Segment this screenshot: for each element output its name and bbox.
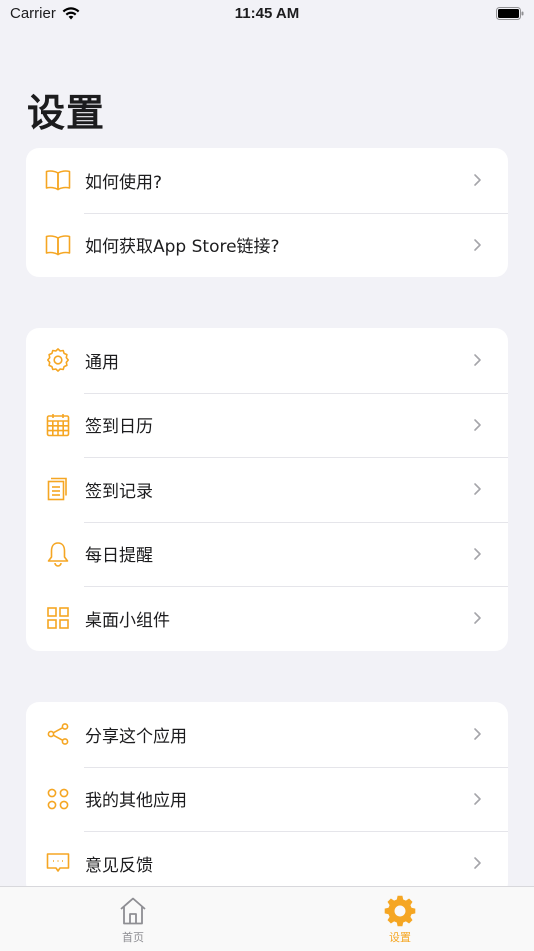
home-icon <box>120 897 146 925</box>
row-label: 签到记录 <box>85 481 153 502</box>
row-how-to-use[interactable]: 如何使用? <box>26 148 508 213</box>
chevron-right-icon <box>474 418 481 431</box>
row-label: 签到日历 <box>85 417 153 438</box>
chevron-right-icon <box>474 792 481 805</box>
row-general[interactable]: 通用 <box>26 328 508 393</box>
settings-group: 通用 签到日历 签到记录 每日提醒 桌面小组件 <box>26 328 508 651</box>
row-label: 通用 <box>85 352 119 373</box>
gear-icon <box>384 895 416 927</box>
chevron-right-icon <box>474 857 481 870</box>
message-icon <box>45 850 71 876</box>
chevron-right-icon <box>474 612 481 625</box>
status-bar: Carrier 11:45 AM <box>0 0 534 30</box>
chevron-right-icon <box>474 354 481 367</box>
row-my-other-apps[interactable]: 我的其他应用 <box>26 766 508 832</box>
tab-label: 首页 <box>122 931 144 944</box>
chevron-right-icon <box>474 238 481 251</box>
widget-grid-icon <box>45 605 71 631</box>
tab-bar: 首页 设置 <box>0 886 534 951</box>
bell-icon <box>45 541 71 567</box>
help-group: 如何使用? 如何获取App Store链接? <box>26 148 508 277</box>
gear-icon <box>45 347 71 373</box>
row-label: 如何获取App Store链接? <box>85 237 280 258</box>
row-daily-reminder[interactable]: 每日提醒 <box>26 521 508 587</box>
document-icon <box>45 476 71 502</box>
tab-label: 设置 <box>389 931 411 944</box>
row-label: 我的其他应用 <box>85 791 187 812</box>
about-group: 分享这个应用 我的其他应用 意见反馈 <box>26 702 508 896</box>
tab-settings[interactable]: 设置 <box>340 887 460 951</box>
row-share-app[interactable]: 分享这个应用 <box>26 702 508 767</box>
row-desktop-widgets[interactable]: 桌面小组件 <box>26 586 508 651</box>
apps-circles-icon <box>45 786 71 812</box>
row-checkin-records[interactable]: 签到记录 <box>26 457 508 522</box>
status-time: 11:45 AM <box>234 5 300 22</box>
row-label: 分享这个应用 <box>85 726 187 747</box>
row-get-app-store-link[interactable]: 如何获取App Store链接? <box>26 212 508 278</box>
calendar-icon <box>45 412 71 438</box>
share-icon <box>45 721 71 747</box>
row-label: 每日提醒 <box>85 546 153 567</box>
page-title: 设置 <box>27 91 106 135</box>
row-label: 意见反馈 <box>85 855 153 876</box>
row-checkin-calendar[interactable]: 签到日历 <box>26 392 508 458</box>
chevron-right-icon <box>474 728 481 741</box>
chevron-right-icon <box>474 483 481 496</box>
book-icon <box>45 167 71 193</box>
row-label: 如何使用? <box>85 172 163 193</box>
chevron-right-icon <box>474 547 481 560</box>
tab-home[interactable]: 首页 <box>73 887 193 951</box>
row-label: 桌面小组件 <box>85 610 170 631</box>
battery-icon <box>496 7 524 20</box>
chevron-right-icon <box>474 174 481 187</box>
book-icon <box>45 232 71 258</box>
